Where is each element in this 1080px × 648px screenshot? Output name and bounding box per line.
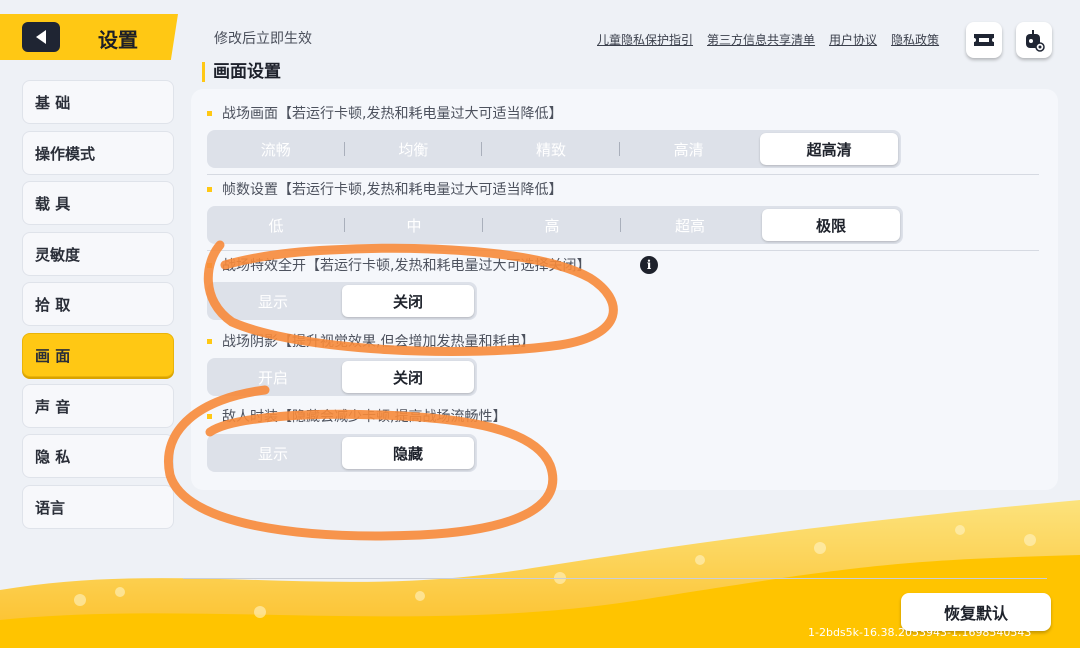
effects-option-off[interactable]: 关闭: [342, 285, 474, 317]
sidebar-item-privacy[interactable]: 隐 私: [22, 434, 174, 478]
sidebar-item-label: 语言: [35, 498, 66, 517]
sidebar-item-label: 隐 私: [35, 447, 71, 466]
fps-option-low[interactable]: 低: [207, 209, 345, 241]
sidebar-item-language[interactable]: 语言: [22, 485, 174, 529]
divider: [207, 174, 1039, 175]
link-child-privacy[interactable]: 儿童隐私保护指引: [597, 31, 693, 48]
sidebar-item-label: 声 音: [35, 397, 71, 416]
setting-label-graphics-quality: 战场画面【若运行卡顿,发热和耗电量过大可适当降低】: [207, 103, 562, 123]
sidebar-item-sensitivity[interactable]: 灵敏度: [22, 232, 174, 276]
graphics-option-hd[interactable]: 高清: [620, 133, 758, 165]
fps-option-high[interactable]: 高: [483, 209, 621, 241]
section-title: 画面设置: [202, 62, 281, 82]
setting-label-text: 战场特效全开【若运行卡顿,发热和耗电量过大可选择关闭】: [222, 258, 591, 274]
bullet: [207, 186, 212, 192]
setting-label-text: 帧数设置【若运行卡顿,发热和耗电量过大可适当降低】: [222, 182, 563, 198]
link-privacy-policy[interactable]: 隐私政策: [891, 31, 939, 48]
sidebar-item-graphics[interactable]: 画 面: [22, 333, 174, 377]
version-text: 1-2bds5k-16.38.2053943-1.1698540543: [808, 626, 1032, 639]
graphics-option-smooth[interactable]: 流畅: [207, 133, 345, 165]
bullet: [207, 110, 212, 116]
robot-settings-button[interactable]: [1016, 22, 1052, 58]
sidebar-item-basic[interactable]: 基 础: [22, 80, 174, 124]
shadows-toggle: 开启 关闭: [207, 358, 477, 396]
frame-rate-selector: 低 中 高 超高 极限: [207, 206, 903, 244]
outfits-option-hide[interactable]: 隐藏: [342, 437, 474, 469]
effects-toggle: 显示 关闭: [207, 282, 477, 320]
sidebar-item-label: 载 具: [35, 194, 71, 213]
ticket-button[interactable]: [966, 22, 1002, 58]
bullet: [207, 262, 212, 268]
graphics-option-fine[interactable]: 精致: [482, 133, 620, 165]
bottom-divider: [183, 578, 1047, 579]
info-icon[interactable]: i: [640, 256, 658, 274]
divider: [207, 250, 1039, 251]
graphics-option-ultra-hd[interactable]: 超高清: [760, 133, 898, 165]
link-user-agreement[interactable]: 用户协议: [829, 31, 877, 48]
fps-option-extreme[interactable]: 极限: [762, 209, 900, 241]
sidebar-item-vehicle[interactable]: 载 具: [22, 181, 174, 225]
sidebar-item-label: 灵敏度: [35, 245, 81, 264]
sidebar-item-label: 拾 取: [35, 295, 71, 314]
title-tab: 设置: [0, 14, 178, 60]
back-arrow-icon: [36, 30, 46, 44]
setting-label-text: 战场阴影【提升视觉效果,但会增加发热量和耗电】: [222, 334, 535, 350]
sidebar-item-label: 操作模式: [35, 144, 96, 163]
setting-label-text: 敌人时装【隐藏会减少卡顿,提高战场流畅性】: [222, 409, 507, 425]
fps-option-very-high[interactable]: 超高: [621, 209, 759, 241]
sidebar-item-label: 画 面: [35, 346, 71, 365]
top-links: 儿童隐私保护指引 第三方信息共享清单 用户协议 隐私政策: [597, 31, 939, 48]
ticket-icon: [974, 34, 994, 46]
setting-label-effects: 战场特效全开【若运行卡顿,发热和耗电量过大可选择关闭】: [207, 255, 590, 275]
sidebar-item-pickup[interactable]: 拾 取: [22, 282, 174, 326]
page-title: 设置: [98, 28, 138, 52]
graphics-quality-selector: 流畅 均衡 精致 高清 超高清: [207, 130, 901, 168]
fps-option-medium[interactable]: 中: [345, 209, 483, 241]
sidebar-item-label: 基 础: [35, 93, 71, 112]
bullet: [207, 413, 212, 419]
outfits-option-show[interactable]: 显示: [207, 437, 339, 469]
link-third-party-list[interactable]: 第三方信息共享清单: [707, 31, 815, 48]
setting-label-shadows: 战场阴影【提升视觉效果,但会增加发热量和耗电】: [207, 331, 534, 351]
notice-text: 修改后立即生效: [214, 31, 312, 47]
shadows-option-on[interactable]: 开启: [207, 361, 339, 393]
graphics-option-balanced[interactable]: 均衡: [345, 133, 483, 165]
robot-settings-icon: [1026, 30, 1045, 52]
shadows-option-off[interactable]: 关闭: [342, 361, 474, 393]
sidebar-item-sound[interactable]: 声 音: [22, 384, 174, 428]
setting-label-enemy-outfits: 敌人时装【隐藏会减少卡顿,提高战场流畅性】: [207, 406, 506, 426]
enemy-outfits-toggle: 显示 隐藏: [207, 434, 477, 472]
setting-label-frame-rate: 帧数设置【若运行卡顿,发热和耗电量过大可适当降低】: [207, 179, 562, 199]
bullet: [207, 338, 212, 344]
effects-option-show[interactable]: 显示: [207, 285, 339, 317]
back-button[interactable]: [22, 22, 60, 52]
sidebar-item-control-mode[interactable]: 操作模式: [22, 131, 174, 175]
setting-label-text: 战场画面【若运行卡顿,发热和耗电量过大可适当降低】: [222, 106, 563, 122]
